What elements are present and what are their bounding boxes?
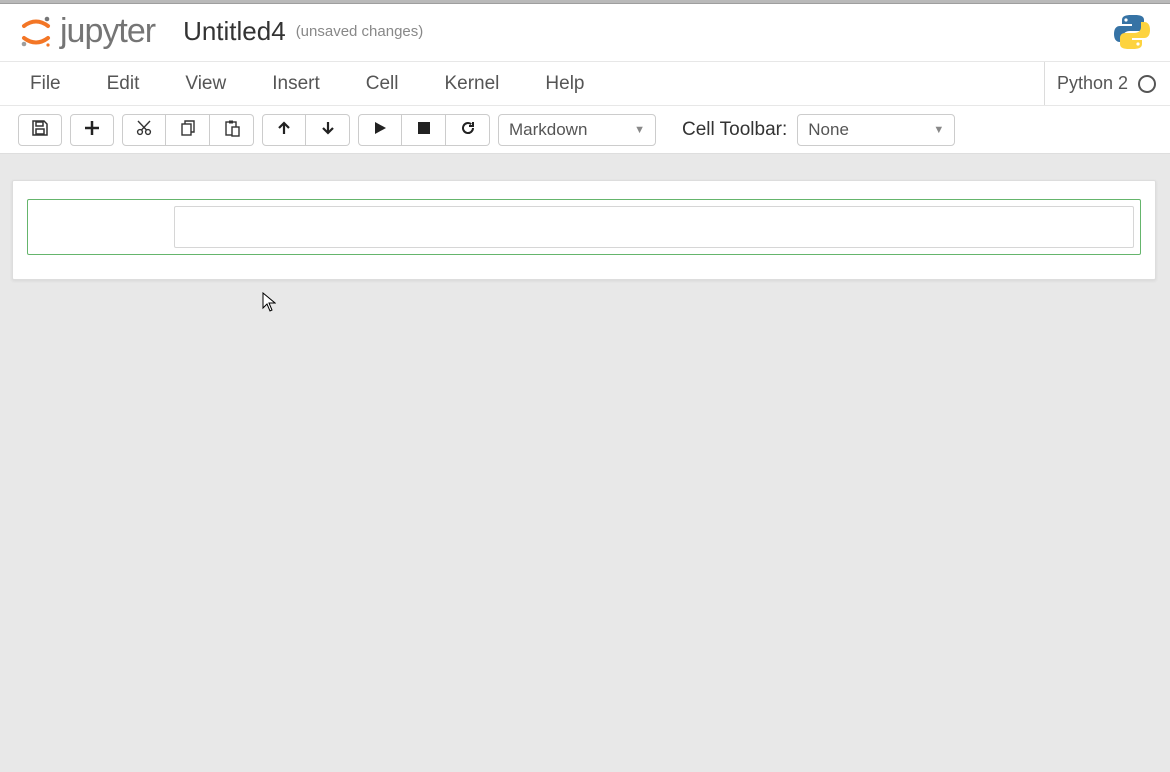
kernel-name: Python 2 (1057, 73, 1128, 94)
menu-insert[interactable]: Insert (272, 73, 320, 95)
add-cell-button[interactable] (70, 114, 114, 146)
markdown-cell[interactable] (27, 199, 1141, 255)
menu-kernel[interactable]: Kernel (444, 73, 499, 95)
save-button[interactable] (18, 114, 62, 146)
cell-toolbar-select[interactable]: None ▼ (797, 114, 955, 146)
move-down-button[interactable] (306, 114, 350, 146)
header-bar: jupyter Untitled4 (unsaved changes) (0, 4, 1170, 62)
move-up-button[interactable] (262, 114, 306, 146)
paste-icon (223, 119, 241, 140)
plus-icon (84, 120, 100, 139)
python-logo-icon (1112, 12, 1152, 52)
cut-button[interactable] (122, 114, 166, 146)
menu-help[interactable]: Help (545, 73, 584, 95)
arrow-up-icon (276, 120, 292, 139)
notebook-container (12, 180, 1156, 280)
menu-cell[interactable]: Cell (366, 73, 399, 95)
chevron-down-icon: ▼ (634, 124, 645, 136)
refresh-icon (460, 120, 476, 139)
kernel-indicator-icon (1138, 75, 1156, 93)
stop-icon (417, 121, 431, 138)
copy-button[interactable] (166, 114, 210, 146)
save-status: (unsaved changes) (296, 23, 424, 40)
cell-input[interactable] (174, 206, 1134, 248)
menu-edit[interactable]: Edit (107, 73, 140, 95)
chevron-down-icon: ▼ (933, 124, 944, 136)
copy-icon (179, 119, 197, 140)
toolbar: Markdown ▼ Cell Toolbar: None ▼ (0, 106, 1170, 154)
arrow-down-icon (320, 120, 336, 139)
scissors-icon (135, 119, 153, 140)
menu-file[interactable]: File (30, 73, 61, 95)
notebook-area (0, 154, 1170, 290)
jupyter-logo-icon (18, 14, 54, 50)
run-button[interactable] (358, 114, 402, 146)
cell-toolbar-value: None (808, 120, 849, 140)
jupyter-logo[interactable]: jupyter (18, 12, 155, 51)
cell-toolbar-label: Cell Toolbar: (682, 119, 787, 141)
cell-prompt (34, 206, 174, 248)
mouse-cursor-icon (262, 292, 276, 312)
menubar: File Edit View Insert Cell Kernel Help P… (0, 62, 1170, 106)
interrupt-button[interactable] (402, 114, 446, 146)
save-icon (31, 119, 49, 140)
notebook-name[interactable]: Untitled4 (183, 16, 286, 47)
menu-view[interactable]: View (185, 73, 226, 95)
cell-type-select[interactable]: Markdown ▼ (498, 114, 656, 146)
paste-button[interactable] (210, 114, 254, 146)
restart-button[interactable] (446, 114, 490, 146)
cell-type-value: Markdown (509, 120, 587, 140)
logo-text: jupyter (60, 12, 155, 51)
play-icon (373, 121, 387, 138)
